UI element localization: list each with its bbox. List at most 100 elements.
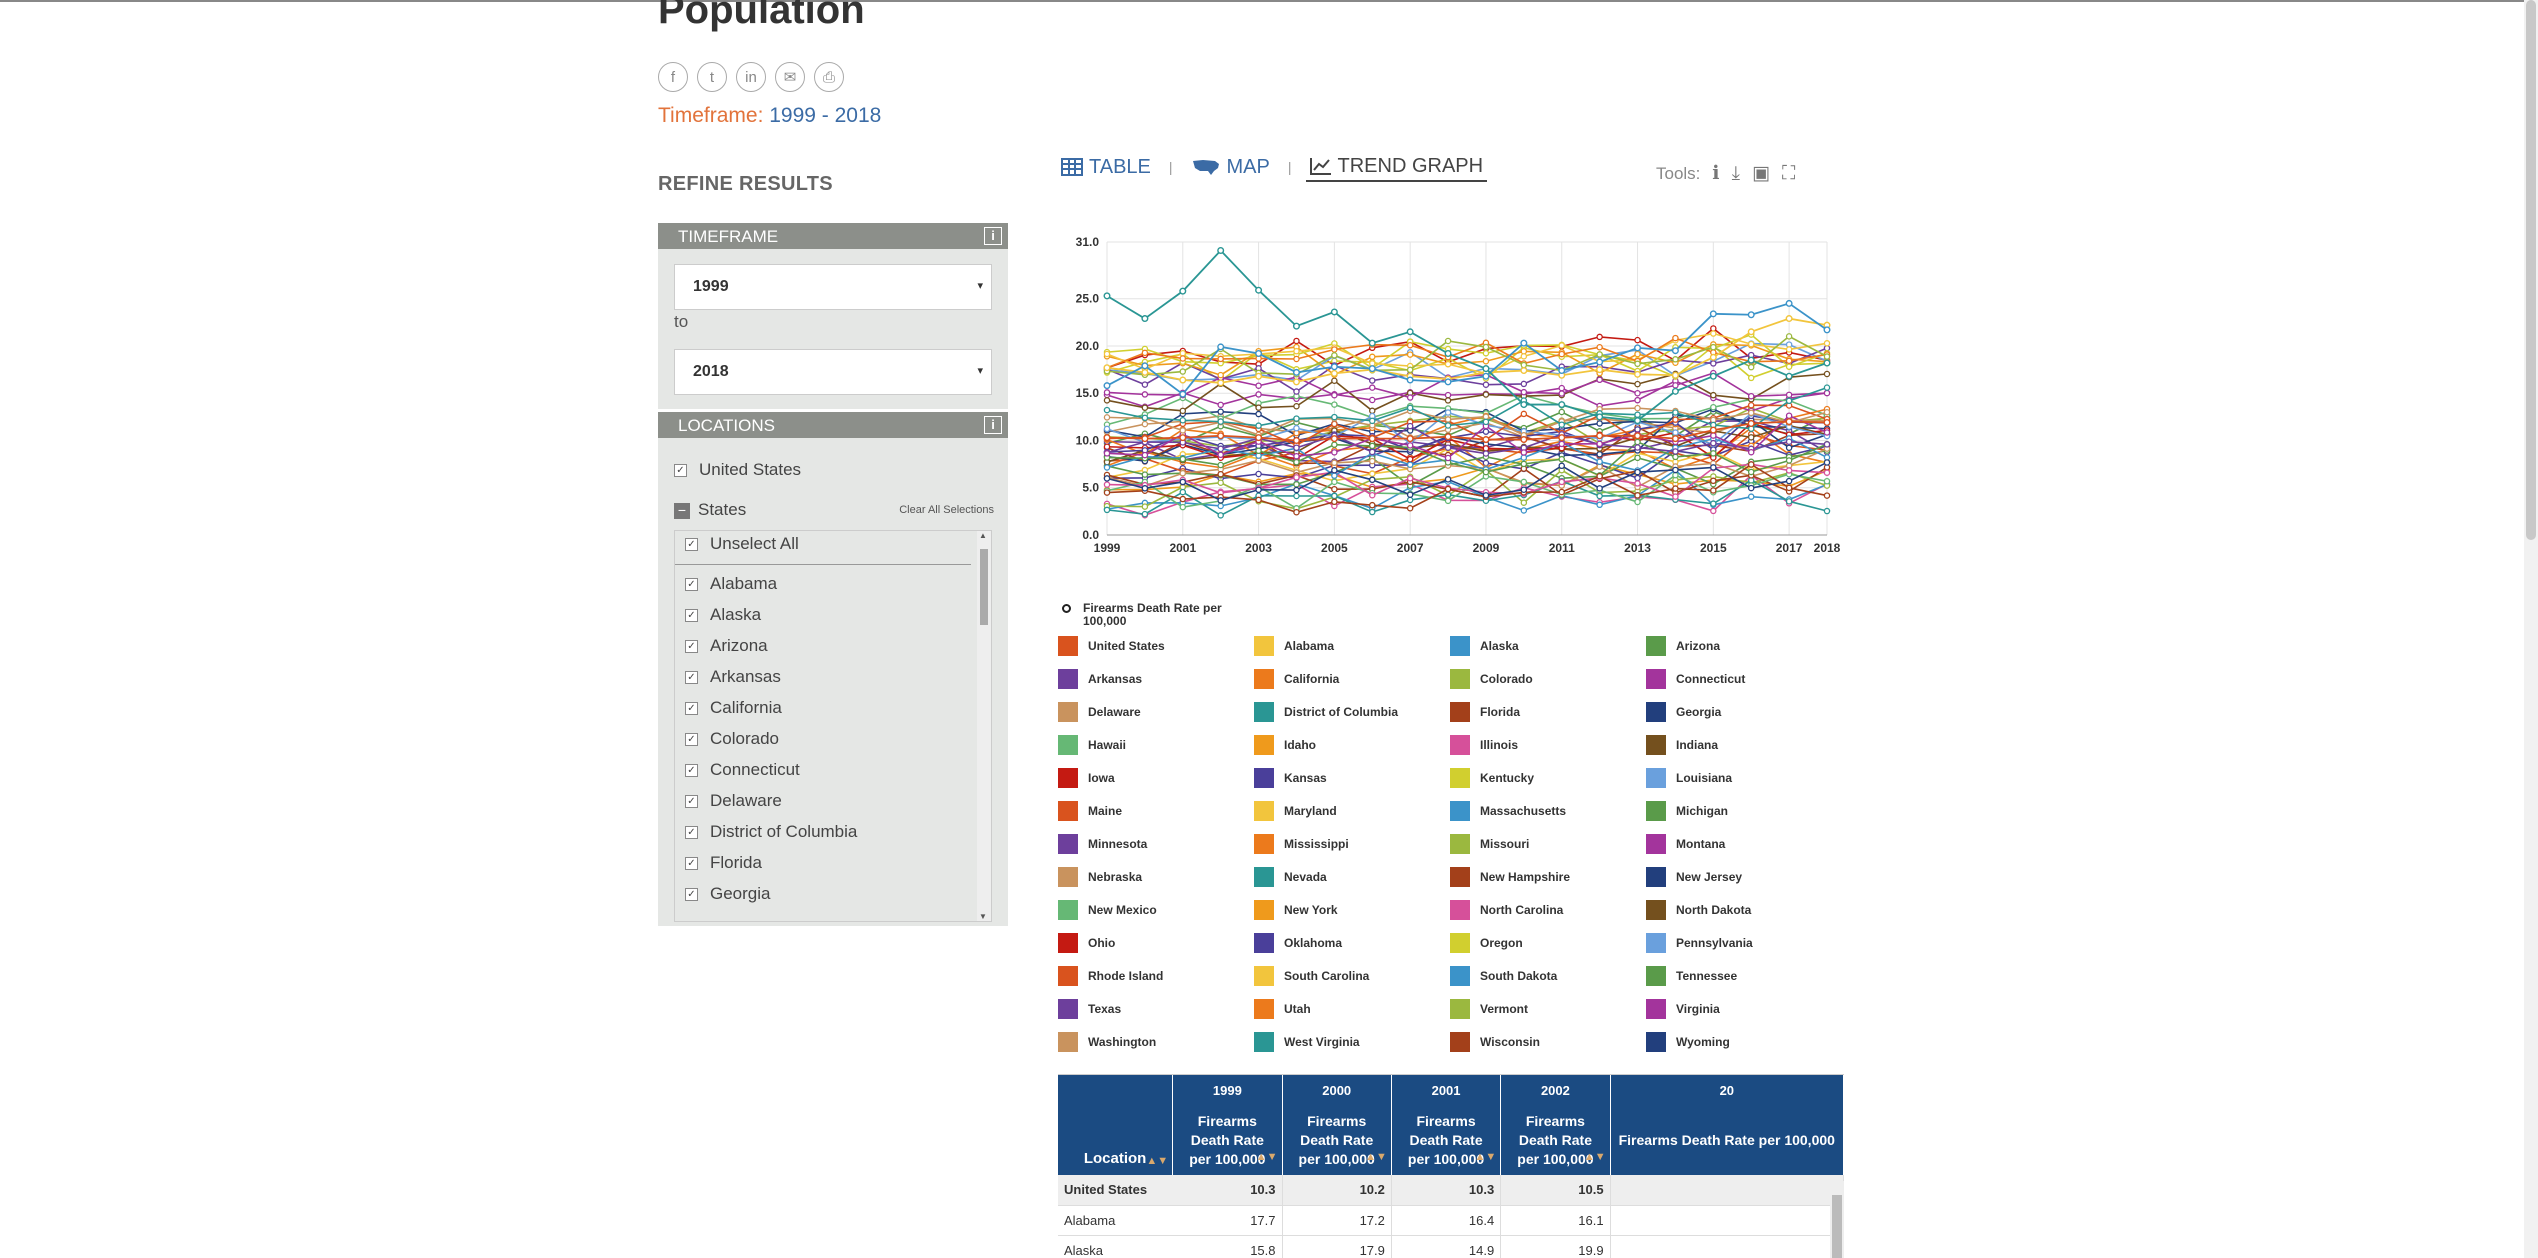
data-point[interactable] <box>1785 477 1793 485</box>
data-point[interactable] <box>1672 382 1679 389</box>
data-point[interactable] <box>1482 413 1490 420</box>
data-point[interactable] <box>1103 506 1111 514</box>
data-point[interactable] <box>1823 340 1831 347</box>
data-point[interactable] <box>1558 350 1565 358</box>
data-point[interactable] <box>1141 315 1149 323</box>
collapse-icon[interactable]: − <box>674 502 690 519</box>
data-point[interactable] <box>1823 353 1831 360</box>
data-point[interactable] <box>1179 390 1187 398</box>
checkbox[interactable]: ✓ <box>685 578 698 592</box>
checkbox[interactable]: ✓ <box>685 795 698 809</box>
data-point[interactable] <box>1179 488 1187 496</box>
data-point[interactable] <box>1217 461 1224 469</box>
data-point[interactable] <box>1293 347 1300 355</box>
data-point[interactable] <box>1710 403 1717 411</box>
data-point[interactable] <box>1710 432 1717 439</box>
data-point[interactable] <box>1482 450 1490 457</box>
data-point[interactable] <box>1293 458 1300 466</box>
data-point[interactable] <box>1141 414 1149 422</box>
data-point[interactable] <box>1331 459 1338 467</box>
legend-item[interactable]: District of Columbia <box>1254 702 1450 722</box>
sort-icon[interactable]: ▲▼ <box>1146 1155 1168 1167</box>
metric-column-header[interactable]: Firearms Death Rate per 100,000 ▲▼ <box>1500 1105 1611 1175</box>
data-point[interactable] <box>1293 403 1300 410</box>
data-point[interactable] <box>1103 406 1111 414</box>
data-point[interactable] <box>1710 343 1717 351</box>
data-point[interactable] <box>1558 384 1565 392</box>
data-point[interactable] <box>1369 476 1376 484</box>
data-point[interactable] <box>1482 381 1490 388</box>
data-point[interactable] <box>1369 377 1376 384</box>
legend-item[interactable]: Virginia <box>1646 999 1842 1019</box>
data-point[interactable] <box>1444 444 1452 451</box>
data-point[interactable] <box>1596 358 1604 366</box>
data-point[interactable] <box>1634 360 1641 368</box>
data-point[interactable] <box>1369 407 1376 415</box>
data-point[interactable] <box>1596 420 1603 427</box>
data-point[interactable] <box>1482 428 1490 435</box>
data-point[interactable] <box>1141 368 1149 376</box>
data-point[interactable] <box>1331 441 1338 448</box>
linkedin-icon[interactable]: in <box>736 62 766 92</box>
data-point[interactable] <box>1179 434 1187 442</box>
data-point[interactable] <box>1558 455 1565 463</box>
data-point[interactable] <box>1255 286 1263 294</box>
data-point[interactable] <box>1331 467 1338 474</box>
data-point[interactable] <box>1710 477 1717 485</box>
data-point[interactable] <box>1596 413 1604 421</box>
data-point[interactable] <box>1141 381 1149 388</box>
data-point[interactable] <box>1217 408 1224 415</box>
data-point[interactable] <box>1482 349 1490 357</box>
data-point[interactable] <box>1634 492 1641 499</box>
data-point[interactable] <box>1255 391 1262 398</box>
data-point[interactable] <box>1710 360 1717 367</box>
legend-item[interactable]: Nevada <box>1254 867 1450 887</box>
data-point[interactable] <box>1672 448 1679 455</box>
data-point[interactable] <box>1292 368 1300 376</box>
data-point[interactable] <box>1709 426 1717 434</box>
data-point[interactable] <box>1444 416 1452 423</box>
legend-item[interactable]: West Virginia <box>1254 1032 1450 1052</box>
legend-item[interactable]: Alaska <box>1450 636 1646 656</box>
data-point[interactable] <box>1747 434 1755 441</box>
data-point[interactable] <box>1747 448 1755 456</box>
data-point[interactable] <box>1293 509 1300 516</box>
legend-item[interactable]: South Dakota <box>1450 966 1646 986</box>
legend-item[interactable]: Tennessee <box>1646 966 1842 986</box>
data-point[interactable] <box>1179 416 1187 424</box>
data-point[interactable] <box>1634 444 1641 451</box>
data-point[interactable] <box>1747 468 1755 476</box>
data-point[interactable] <box>1444 378 1452 386</box>
data-point[interactable] <box>1520 339 1528 347</box>
data-point[interactable] <box>1406 422 1414 430</box>
legend-item[interactable]: New York <box>1254 900 1450 920</box>
data-point[interactable] <box>1179 503 1187 511</box>
legend-item[interactable]: Iowa <box>1058 768 1254 788</box>
data-point[interactable] <box>1179 427 1187 434</box>
data-point[interactable] <box>1634 474 1641 482</box>
data-point[interactable] <box>1823 389 1831 397</box>
data-point[interactable] <box>1823 326 1831 334</box>
data-point[interactable] <box>1785 397 1793 405</box>
data-point[interactable] <box>1558 408 1565 416</box>
data-point[interactable] <box>1747 493 1755 500</box>
data-point[interactable] <box>1634 389 1641 397</box>
facebook-icon[interactable]: f <box>658 62 688 92</box>
data-point[interactable] <box>1406 442 1414 449</box>
data-point[interactable] <box>1217 451 1224 459</box>
data-point[interactable] <box>1103 397 1111 404</box>
data-point[interactable] <box>1823 441 1831 448</box>
data-point[interactable] <box>1634 396 1641 404</box>
state-item[interactable]: ✓ Georgia <box>675 881 991 912</box>
metric-column-header[interactable]: Firearms Death Rate per 100,000 <box>1610 1105 1844 1175</box>
data-point[interactable] <box>1103 443 1111 450</box>
legend-item[interactable]: Texas <box>1058 999 1254 1019</box>
legend-item[interactable]: Maine <box>1058 801 1254 821</box>
data-point[interactable] <box>1558 342 1565 349</box>
data-point[interactable] <box>1406 394 1414 401</box>
data-point[interactable] <box>1596 343 1603 351</box>
data-point[interactable] <box>1823 477 1831 485</box>
data-point[interactable] <box>1785 484 1793 492</box>
data-point[interactable] <box>1634 344 1642 352</box>
data-point[interactable] <box>1103 382 1111 390</box>
